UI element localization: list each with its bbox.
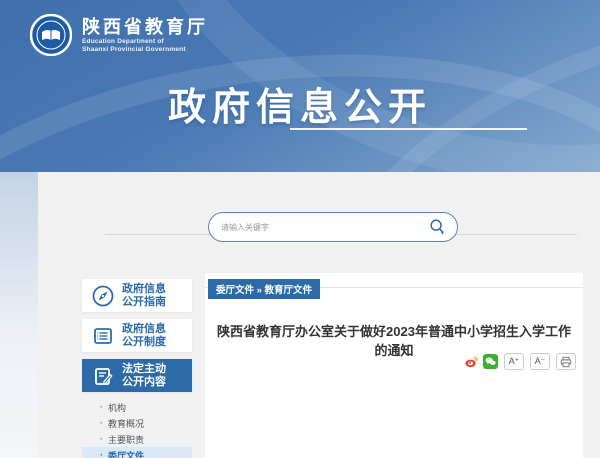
compass-icon xyxy=(92,285,114,307)
site-title-english-line2: Shaanxi Provincial Government xyxy=(82,46,208,54)
site-title-english-line1: Education Department of xyxy=(82,38,208,46)
top-banner: 陕西省教育厅 Education Department of Shaanxi P… xyxy=(0,0,600,172)
search-magnifier-icon[interactable] xyxy=(427,217,447,237)
submenu-item-main-duties[interactable]: 主要职责 xyxy=(82,431,192,447)
page-title-underline xyxy=(290,128,527,130)
search-input[interactable] xyxy=(221,223,427,232)
page: 陕西省教育厅 Education Department of Shaanxi P… xyxy=(0,0,600,458)
sidebar-item-system[interactable]: 政府信息 公开制度 xyxy=(82,319,192,352)
content-card: 政府信息 公开指南 政府信息 公开制度 xyxy=(38,172,600,458)
site-logo[interactable]: 陕西省教育厅 Education Department of Shaanxi P… xyxy=(30,14,208,56)
submenu-item-department-documents[interactable]: 委厅文件 xyxy=(82,447,192,458)
page-title: 政府信息公开 xyxy=(0,76,600,131)
font-increase-button[interactable]: A⁺ xyxy=(504,353,524,370)
document-list-icon xyxy=(92,325,114,347)
sidebar-label-line: 公开制度 xyxy=(122,336,166,348)
sidebar-item-statutory-disclosure[interactable]: 法定主动 公开内容 xyxy=(82,359,192,392)
site-title: 陕西省教育厅 Education Department of Shaanxi P… xyxy=(82,16,208,54)
site-title-chinese: 陕西省教育厅 xyxy=(82,16,208,38)
sidebar-label-line: 政府信息 xyxy=(122,323,166,335)
sidebar-item-guide[interactable]: 政府信息 公开指南 xyxy=(82,279,192,312)
sidebar-item-label: 法定主动 公开内容 xyxy=(122,363,166,389)
education-department-emblem-icon xyxy=(30,14,72,56)
print-icon[interactable] xyxy=(556,353,576,370)
submenu-item-organization[interactable]: 机构 xyxy=(82,399,192,415)
search-bar xyxy=(208,212,458,242)
sidebar-label-line: 公开内容 xyxy=(122,376,166,388)
sidebar-label-line: 法定主动 xyxy=(122,363,166,375)
sidebar-item-label: 政府信息 公开制度 xyxy=(122,323,166,349)
article-toolbar: A⁺ A⁻ xyxy=(464,353,576,370)
sidebar-label-line: 公开指南 xyxy=(122,296,166,308)
clipboard-pencil-icon xyxy=(92,365,114,387)
sidebar-submenu: 机构 教育概况 主要职责 委厅文件 xyxy=(82,399,192,458)
sidebar-label-line: 政府信息 xyxy=(122,283,166,295)
font-decrease-button[interactable]: A⁻ xyxy=(530,353,550,370)
breadcrumb[interactable]: 委厅文件 » 教育厅文件 xyxy=(208,279,320,299)
main-panel: 委厅文件 » 教育厅文件 陕西省教育厅办公室关于做好2023年普通中小学招生入学… xyxy=(205,273,583,458)
sidebar-item-label: 政府信息 公开指南 xyxy=(122,283,166,309)
wechat-share-icon[interactable] xyxy=(483,354,498,369)
submenu-item-education-overview[interactable]: 教育概况 xyxy=(82,415,192,431)
weibo-share-icon[interactable] xyxy=(464,354,479,369)
